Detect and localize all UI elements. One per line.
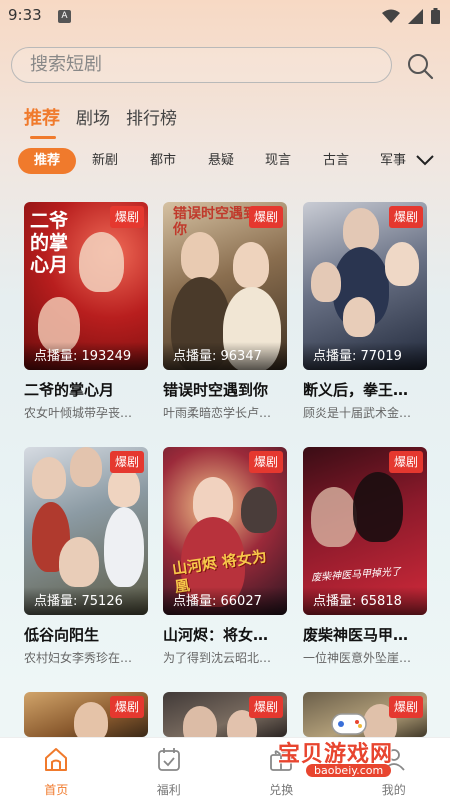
drama-title: 错误时空遇到你: [163, 381, 269, 399]
drama-card[interactable]: 山河烬 将女为凰 爆剧 点播量: 66027 山河烬：将女… 为了得到沈云昭北…: [163, 447, 287, 666]
drama-card[interactable]: 爆剧 点播量: 75126 低谷向阳生 农村妇女李秀珍在…: [24, 447, 148, 666]
hot-badge: 爆剧: [248, 696, 283, 718]
watermark-url: baobeiy.com: [306, 764, 392, 777]
nav-label: 兑换: [269, 783, 294, 797]
play-count: 点播量: 96347: [163, 342, 287, 370]
hot-badge: 爆剧: [109, 206, 144, 228]
nav-label: 我的: [381, 783, 406, 797]
watermark: 宝贝游戏网 baobeiy.com: [276, 713, 426, 780]
play-count: 点播量: 77019: [303, 342, 427, 370]
drama-title: 废柴神医马甲…: [303, 626, 409, 644]
hot-badge: 爆剧: [388, 451, 423, 473]
drama-title: 山河烬：将女…: [163, 626, 269, 644]
drama-card[interactable]: 爆剧 点播量: 77019 断义后，拳王… 顾炎是十届武术金…: [303, 202, 427, 421]
drama-grid: 二爷的掌心月 爆剧 点播量: 193249 二爷的掌心月 农女叶倾城带孕丧… 错…: [0, 0, 450, 800]
poster-image: 爆剧 点播量: 77019: [303, 202, 427, 370]
hot-badge: 爆剧: [109, 451, 144, 473]
poster-image: 爆剧 点播量: 75126: [24, 447, 148, 615]
drama-card[interactable]: 废柴神医马甲掉光了 爆剧 点播量: 65818 废柴神医马甲… 一位神医意外坠崖…: [303, 447, 427, 666]
drama-card[interactable]: 错误时空遇到你 爆剧 点播量: 96347 错误时空遇到你 叶雨柔暗恋学长卢…: [163, 202, 287, 421]
poster-title-text: 二爷的掌心月: [30, 210, 69, 276]
drama-desc: 顾炎是十届武术金…: [303, 406, 412, 420]
drama-desc: 农女叶倾城带孕丧…: [24, 406, 133, 420]
play-count: 点播量: 75126: [24, 587, 148, 615]
play-count: 点播量: 65818: [303, 587, 427, 615]
hot-badge: 爆剧: [248, 451, 283, 473]
drama-title: 断义后，拳王…: [303, 381, 409, 399]
nav-welfare[interactable]: 福利: [113, 738, 226, 800]
drama-title: 二爷的掌心月: [24, 381, 115, 399]
drama-card[interactable]: 爆剧: [24, 692, 148, 737]
home-icon: [45, 748, 68, 771]
play-count: 点播量: 193249: [24, 342, 148, 370]
hot-badge: 爆剧: [388, 696, 423, 718]
poster-image: 爆剧: [163, 692, 287, 737]
drama-desc: 一位神医意外坠崖…: [303, 651, 412, 665]
poster-image: 错误时空遇到你 爆剧 点播量: 96347: [163, 202, 287, 370]
poster-title-text: 废柴神医马甲掉光了: [310, 566, 402, 584]
play-count: 点播量: 66027: [163, 587, 287, 615]
poster-image: 二爷的掌心月 爆剧 点播量: 193249: [24, 202, 148, 370]
drama-title: 低谷向阳生: [24, 626, 100, 644]
gamepad-icon: [331, 713, 367, 735]
poster-image: 废柴神医马甲掉光了 爆剧 点播量: 65818: [303, 447, 427, 615]
drama-card[interactable]: 爆剧: [163, 692, 287, 737]
nav-label: 首页: [44, 783, 69, 797]
calendar-icon: [157, 748, 180, 771]
drama-card[interactable]: 二爷的掌心月 爆剧 点播量: 193249 二爷的掌心月 农女叶倾城带孕丧…: [24, 202, 148, 421]
drama-desc: 农村妇女李秀珍在…: [24, 651, 133, 665]
drama-desc: 为了得到沈云昭北…: [163, 651, 272, 665]
drama-desc: 叶雨柔暗恋学长卢…: [163, 406, 272, 420]
hot-badge: 爆剧: [109, 696, 144, 718]
poster-image: 爆剧: [24, 692, 148, 737]
nav-label: 福利: [156, 783, 181, 797]
nav-home[interactable]: 首页: [0, 738, 113, 800]
hot-badge: 爆剧: [388, 206, 423, 228]
hot-badge: 爆剧: [248, 206, 283, 228]
poster-image: 山河烬 将女为凰 爆剧 点播量: 66027: [163, 447, 287, 615]
